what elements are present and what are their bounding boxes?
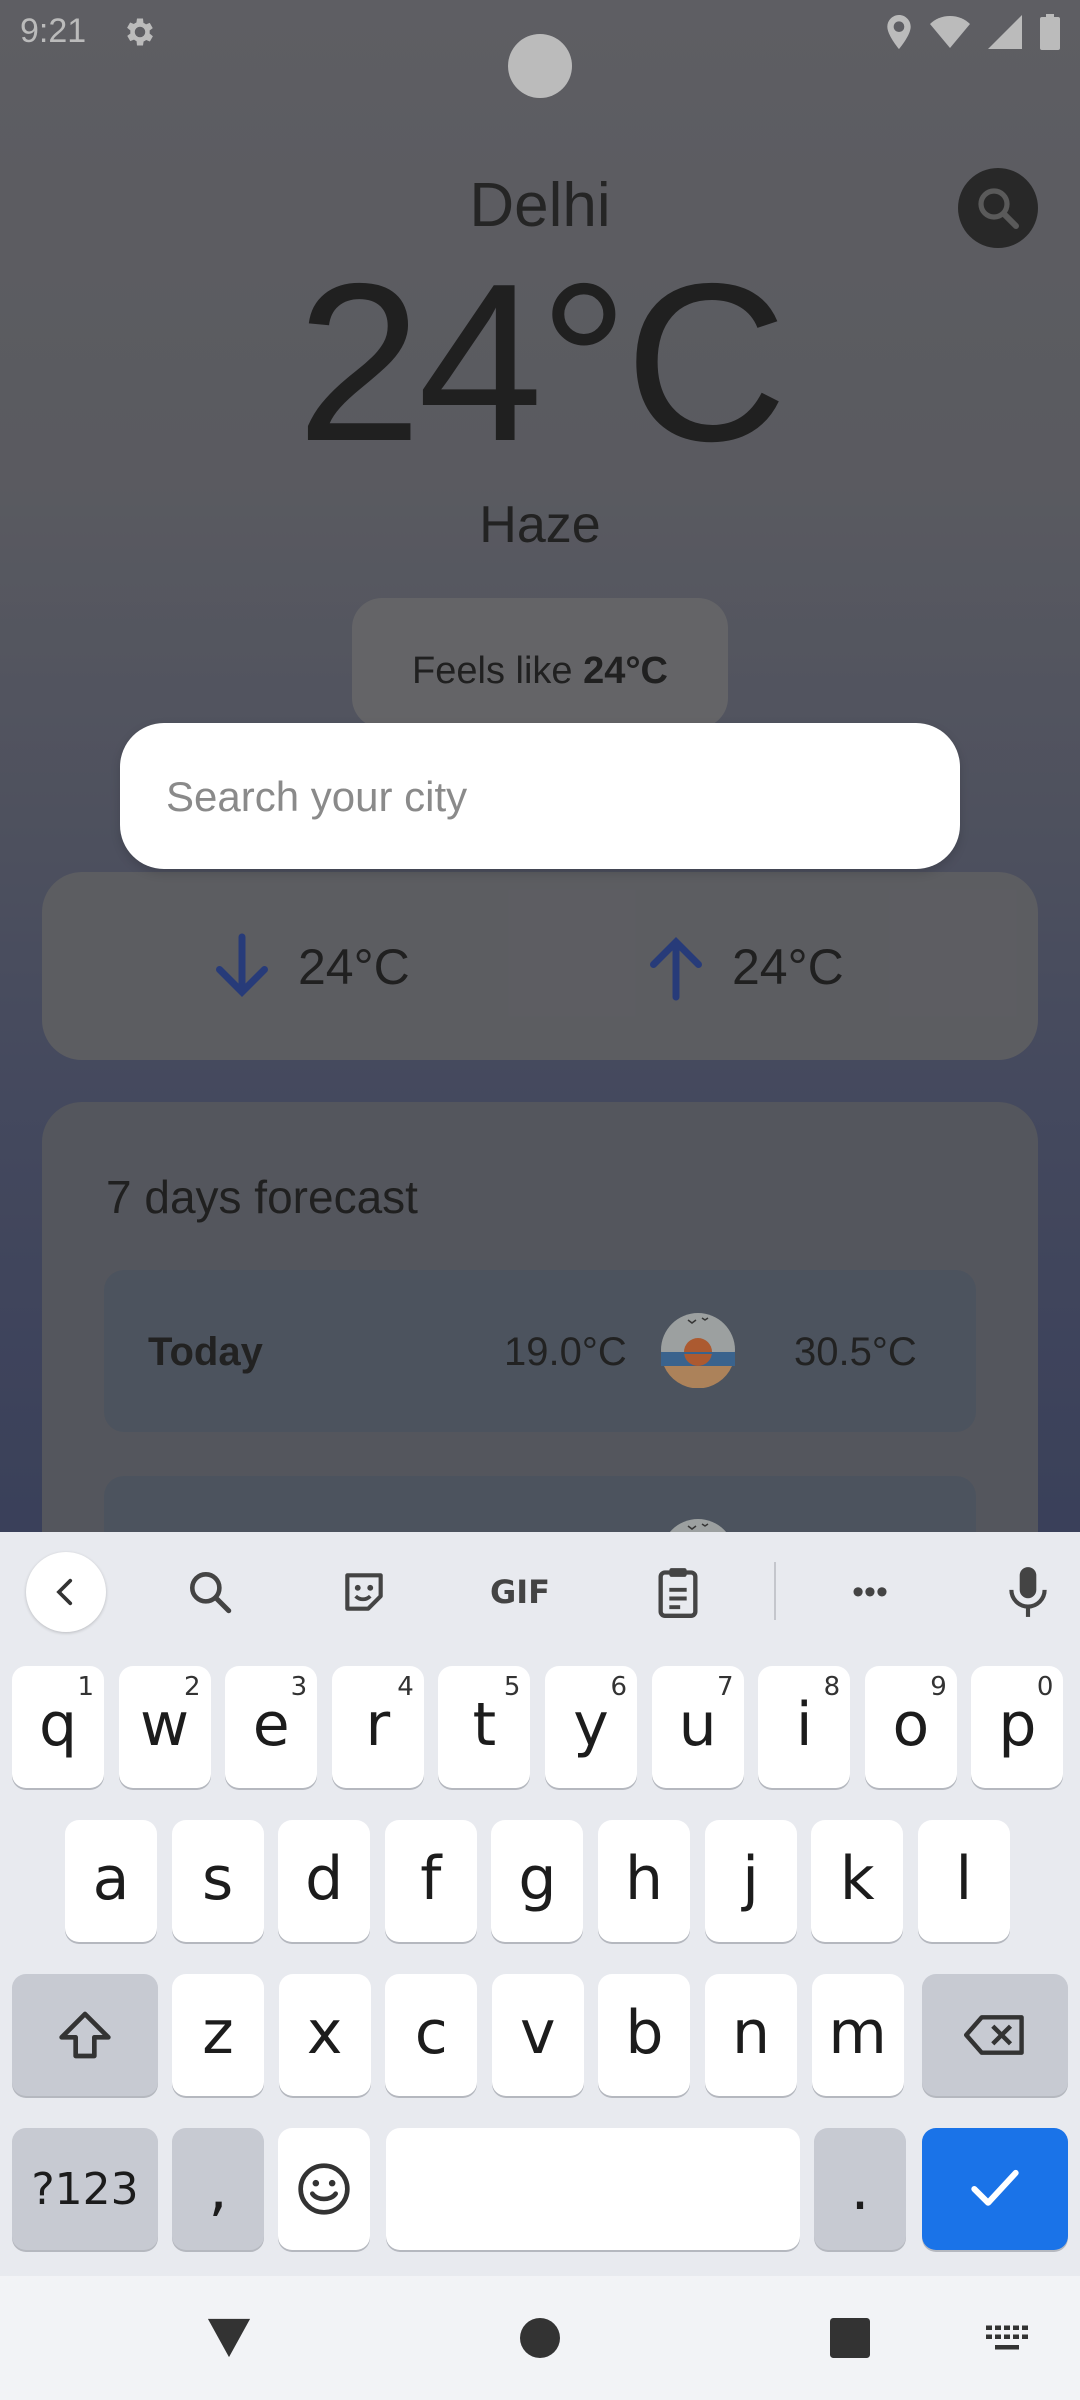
- keyboard-search-button[interactable]: [180, 1562, 240, 1622]
- key-p-label: p: [998, 1690, 1037, 1760]
- key-q[interactable]: q1: [12, 1666, 104, 1788]
- clipboard-button[interactable]: [648, 1562, 708, 1622]
- toolbar-separator: [774, 1562, 776, 1620]
- key-c-label: c: [414, 1998, 448, 2068]
- key-w-hint: 2: [184, 1672, 201, 1702]
- key-d-label: d: [305, 1844, 344, 1914]
- key-e[interactable]: e3: [225, 1666, 318, 1788]
- nav-recents-icon[interactable]: [830, 2318, 870, 2358]
- clipboard-icon: [658, 1568, 698, 1618]
- key-v[interactable]: v: [491, 1974, 584, 2096]
- emoji-key[interactable]: [278, 2128, 370, 2250]
- app-screen: 9:21 Delhi 24°C Haze Feels like 24°C 24°…: [0, 0, 1080, 2400]
- key-l[interactable]: l: [917, 1820, 1010, 1942]
- shift-icon: [59, 2011, 111, 2059]
- key-s[interactable]: s: [171, 1820, 264, 1942]
- key-h-label: h: [624, 1844, 664, 1914]
- key-r-hint: 4: [397, 1672, 414, 1702]
- key-k[interactable]: k: [811, 1820, 904, 1942]
- nav-back-icon[interactable]: [206, 2316, 252, 2360]
- search-city-field[interactable]: [120, 723, 960, 871]
- key-p-hint: 0: [1036, 1672, 1054, 1702]
- key-t-label: t: [472, 1690, 497, 1760]
- key-c[interactable]: c: [385, 1974, 478, 2096]
- chevron-left-icon: [56, 1578, 73, 1606]
- key-u[interactable]: u7: [651, 1666, 744, 1788]
- backspace-key[interactable]: [922, 1974, 1068, 2096]
- voice-input-button[interactable]: [998, 1562, 1058, 1622]
- key-e-hint: 3: [290, 1672, 308, 1702]
- shift-key[interactable]: [12, 1974, 158, 2096]
- key-i-hint: 8: [823, 1672, 841, 1702]
- keyboard-toolbar: GIF •••: [0, 1532, 1080, 1652]
- enter-key[interactable]: [922, 2128, 1068, 2250]
- backspace-icon: [964, 2015, 1024, 2055]
- key-u-hint: 7: [717, 1672, 734, 1702]
- key-q-hint: 1: [77, 1672, 94, 1702]
- key-w[interactable]: w2: [118, 1666, 211, 1788]
- key-y-hint: 6: [610, 1672, 627, 1702]
- period-key[interactable]: .: [814, 2128, 906, 2250]
- system-nav-bar: [0, 2276, 1080, 2400]
- key-o-label: o: [892, 1690, 930, 1760]
- check-icon: [971, 2169, 1019, 2206]
- key-b[interactable]: b: [598, 1974, 691, 2096]
- key-v-label: v: [520, 1998, 556, 2068]
- key-k-label: k: [839, 1844, 875, 1914]
- toolbar-back-button[interactable]: [26, 1552, 106, 1632]
- key-y[interactable]: y6: [545, 1666, 637, 1788]
- key-a[interactable]: a: [65, 1820, 157, 1942]
- key-j[interactable]: j: [704, 1820, 797, 1942]
- key-r-label: r: [365, 1690, 391, 1760]
- key-b-label: b: [625, 1998, 664, 2068]
- gif-button[interactable]: GIF: [488, 1562, 552, 1622]
- sticker-button[interactable]: [334, 1562, 394, 1622]
- emoji-icon: [298, 2163, 350, 2215]
- key-i-label: i: [795, 1690, 813, 1760]
- key-f-label: f: [420, 1844, 442, 1914]
- key-a-label: a: [92, 1844, 130, 1914]
- key-q-label: q: [38, 1690, 78, 1760]
- key-d[interactable]: d: [278, 1820, 371, 1942]
- key-m-label: m: [828, 1998, 887, 2068]
- key-g[interactable]: g: [491, 1820, 584, 1942]
- keyboard: GIF ••• ?123 , . q 1 w 2 e 3 r 4 t 5 y 6…: [0, 1532, 1080, 2276]
- key-f[interactable]: f: [384, 1820, 477, 1942]
- key-n[interactable]: n: [705, 1974, 797, 2096]
- key-w-label: w: [140, 1690, 190, 1760]
- key-s-label: s: [201, 1844, 234, 1914]
- key-y-label: y: [573, 1690, 609, 1760]
- key-o-hint: 9: [930, 1672, 947, 1702]
- key-x[interactable]: x: [278, 1974, 371, 2096]
- key-z-label: z: [202, 1998, 234, 2068]
- comma-key[interactable]: ,: [172, 2128, 264, 2250]
- key-g-label: g: [518, 1844, 557, 1914]
- microphone-icon: [1009, 1567, 1047, 1617]
- nav-home-icon[interactable]: [520, 2318, 560, 2358]
- key-l-label: l: [955, 1844, 973, 1914]
- key-h[interactable]: h: [598, 1820, 690, 1942]
- search-city-input[interactable]: [164, 723, 928, 871]
- key-p[interactable]: p0: [971, 1666, 1064, 1788]
- key-m[interactable]: m: [811, 1974, 904, 2096]
- key-r[interactable]: r4: [331, 1666, 424, 1788]
- key-i[interactable]: i8: [758, 1666, 851, 1788]
- key-t-hint: 5: [503, 1672, 521, 1702]
- key-t[interactable]: t5: [438, 1666, 531, 1788]
- keyboard-switch-icon[interactable]: [984, 2324, 1030, 2354]
- more-options-button[interactable]: •••: [840, 1562, 900, 1622]
- key-z[interactable]: z: [172, 1974, 264, 2096]
- spacebar-key[interactable]: [386, 2128, 800, 2250]
- key-n-label: n: [731, 1998, 771, 2068]
- key-o[interactable]: o9: [864, 1666, 957, 1788]
- key-j-label: j: [742, 1844, 759, 1914]
- key-x-label: x: [306, 1998, 343, 2068]
- key-u-label: u: [678, 1690, 717, 1760]
- sticker-icon: [345, 1573, 383, 1611]
- search-icon: [190, 1572, 232, 1614]
- symbols-key[interactable]: ?123: [12, 2128, 158, 2250]
- key-e-label: e: [252, 1690, 290, 1760]
